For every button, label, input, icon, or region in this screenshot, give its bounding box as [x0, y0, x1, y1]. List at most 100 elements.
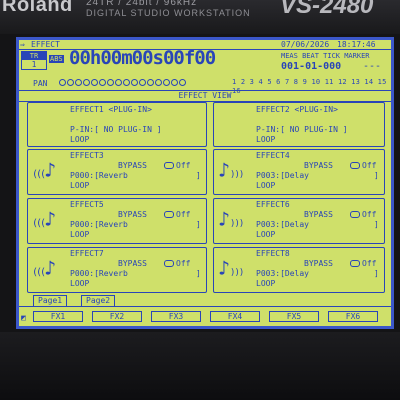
- date-display: 07/06/2026: [281, 40, 330, 49]
- fx3-key[interactable]: FX3: [151, 311, 201, 322]
- fx4-key[interactable]: FX4: [210, 311, 260, 322]
- effect6-mode: LOOP: [256, 230, 276, 239]
- effect1-plugin-slot[interactable]: P-IN:[ NO PLUG-IN ]: [70, 125, 162, 134]
- effect1-panel[interactable]: EFFECT1 <PLUG-IN> P-IN:[ NO PLUG-IN ] LO…: [27, 102, 207, 147]
- effect-view-title: EFFECT VIEW: [19, 90, 391, 102]
- fx1-key[interactable]: FX1: [33, 311, 83, 322]
- effect8-patch-end: ]: [374, 269, 379, 278]
- effect4-bypass-label: BYPASS: [304, 161, 333, 170]
- effect7-title: EFFECT7: [70, 249, 104, 258]
- effect2-title: EFFECT2 <PLUG-IN>: [256, 105, 338, 114]
- pan-knob-icon[interactable]: [163, 79, 170, 86]
- effect5-bypass-label: BYPASS: [118, 210, 147, 219]
- pan-knob-icon[interactable]: [155, 79, 162, 86]
- effect6-bypass-label: BYPASS: [304, 210, 333, 219]
- pan-knob-icon[interactable]: [99, 79, 106, 86]
- reverb-speaker-icon: (((♪: [32, 158, 57, 182]
- pan-knob-icon[interactable]: [139, 79, 146, 86]
- effect4-patch[interactable]: P003:[Delay: [256, 171, 309, 180]
- bezel-spec-line: 24TR / 24bit / 96kHz: [86, 0, 198, 8]
- effect8-bypass-label: BYPASS: [304, 259, 333, 268]
- effect3-patch[interactable]: P000:[Reverb: [70, 171, 128, 180]
- effect3-bypass-state[interactable]: Off: [176, 161, 190, 170]
- effect3-bypass-label: BYPASS: [118, 161, 147, 170]
- screen-arrow-icon: ⇒: [20, 40, 25, 49]
- effect7-patch[interactable]: P000:[Reverb: [70, 269, 128, 278]
- device-bezel-bottom: [0, 332, 400, 400]
- pan-knob-icon[interactable]: [147, 79, 154, 86]
- track-label: TR: [22, 52, 46, 60]
- effect4-mode: LOOP: [256, 181, 276, 190]
- effect2-panel[interactable]: EFFECT2 <PLUG-IN> P-IN:[ NO PLUG-IN ] LO…: [213, 102, 385, 147]
- pan-knob-icon[interactable]: [67, 79, 74, 86]
- meas-beat-label: MEAS BEAT TICK MARKER: [281, 52, 370, 60]
- effect6-bypass-state[interactable]: Off: [362, 210, 376, 219]
- effect4-bypass-state[interactable]: Off: [362, 161, 376, 170]
- effect7-bypass-state[interactable]: Off: [176, 259, 190, 268]
- screen-name: EFFECT: [31, 40, 60, 49]
- pan-knob-icon[interactable]: [75, 79, 82, 86]
- pan-knob-icon[interactable]: [131, 79, 138, 86]
- marker-value: ---: [363, 61, 382, 72]
- effect2-mode: LOOP: [256, 135, 276, 144]
- fx6-key[interactable]: FX6: [328, 311, 378, 322]
- effect8-title: EFFECT8: [256, 249, 290, 258]
- pan-knob-icon[interactable]: [123, 79, 130, 86]
- effect3-panel[interactable]: (((♪ EFFECT3 BYPASS Off P000:[Reverb] LOOP: [27, 149, 207, 195]
- effect5-title: EFFECT5: [70, 200, 104, 209]
- effect4-patch-end: ]: [374, 171, 379, 180]
- effect7-bypass-label: BYPASS: [118, 259, 147, 268]
- effect5-panel[interactable]: (((♪ EFFECT5 BYPASS Off P000:[Reverb] LOOP: [27, 198, 207, 244]
- pan-knob-icon[interactable]: [59, 79, 66, 86]
- effect1-title: EFFECT1 <PLUG-IN>: [70, 105, 152, 114]
- toggle-icon[interactable]: [164, 260, 174, 267]
- effect8-mode: LOOP: [256, 279, 276, 288]
- effect4-panel[interactable]: ♪))) EFFECT4 BYPASS Off P003:[Delay] LOOP: [213, 149, 385, 195]
- delay-note-icon: ♪))): [218, 158, 244, 182]
- effect2-plugin-slot[interactable]: P-IN:[ NO PLUG-IN ]: [256, 125, 348, 134]
- effect6-panel[interactable]: ♪))) EFFECT6 BYPASS Off P003:[Delay] LOOP: [213, 198, 385, 244]
- toggle-icon[interactable]: [164, 162, 174, 169]
- effect8-bypass-state[interactable]: Off: [362, 259, 376, 268]
- device-bezel-top: Roland 24TR / 24bit / 96kHz DIGITAL STUD…: [0, 0, 400, 34]
- effect1-mode: LOOP: [70, 135, 90, 144]
- pan-knob-icon[interactable]: [91, 79, 98, 86]
- effect8-patch[interactable]: P003:[Delay: [256, 269, 309, 278]
- fx2-key[interactable]: FX2: [92, 311, 142, 322]
- brand-logo: Roland: [2, 0, 73, 16]
- effect6-patch[interactable]: P003:[Delay: [256, 220, 309, 229]
- effect5-bypass-state[interactable]: Off: [176, 210, 190, 219]
- pan-knob-icon[interactable]: [179, 79, 186, 86]
- effect7-panel[interactable]: (((♪ EFFECT7 BYPASS Off P000:[Reverb] LOOP: [27, 247, 207, 293]
- effect3-mode: LOOP: [70, 181, 90, 190]
- pan-knob-icon[interactable]: [83, 79, 90, 86]
- reverb-speaker-icon: (((♪: [32, 256, 57, 280]
- pan-knob-icon[interactable]: [115, 79, 122, 86]
- effect7-mode: LOOP: [70, 279, 90, 288]
- pan-knob-icon[interactable]: [171, 79, 178, 86]
- timecode-display: 00h00m00s00f00: [69, 47, 216, 69]
- toggle-icon[interactable]: [350, 162, 360, 169]
- toggle-icon[interactable]: [164, 211, 174, 218]
- track-selector[interactable]: TR 1: [21, 51, 47, 70]
- effect5-patch[interactable]: P000:[Reverb: [70, 220, 128, 229]
- fx5-key[interactable]: FX5: [269, 311, 319, 322]
- effect3-patch-end: ]: [196, 171, 201, 180]
- effect5-patch-end: ]: [196, 220, 201, 229]
- effect8-panel[interactable]: ♪))) EFFECT8 BYPASS Off P003:[Delay] LOOP: [213, 247, 385, 293]
- function-key-bar: ◩ FX1 FX2 FX3 FX4 FX5 FX6: [19, 306, 391, 326]
- screen-toggle-icon: ◩: [21, 313, 26, 322]
- pan-label: PAN: [33, 79, 48, 88]
- clock-display: 18:17:46: [337, 40, 376, 49]
- effect6-patch-end: ]: [374, 220, 379, 229]
- effect3-title: EFFECT3: [70, 151, 104, 160]
- reverb-speaker-icon: (((♪: [32, 207, 57, 231]
- effect7-patch-end: ]: [196, 269, 201, 278]
- tab-page2[interactable]: Page2: [81, 295, 116, 306]
- pan-knob-icon[interactable]: [107, 79, 114, 86]
- toggle-icon[interactable]: [350, 260, 360, 267]
- model-name: VS-2480: [280, 0, 374, 19]
- track-value: 1: [31, 60, 37, 69]
- effect5-mode: LOOP: [70, 230, 90, 239]
- toggle-icon[interactable]: [350, 211, 360, 218]
